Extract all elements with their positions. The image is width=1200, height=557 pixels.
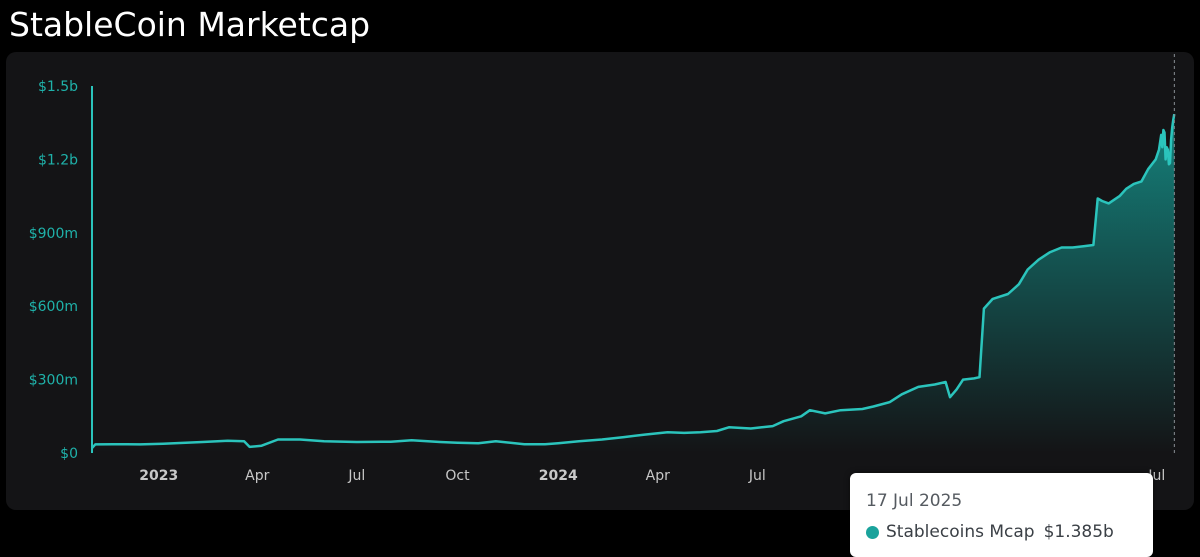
tooltip-series-label: Stablecoins Mcap — [886, 522, 1035, 542]
y-tick-label: $1.5b — [38, 79, 78, 95]
x-tick-label: 2023 — [139, 468, 178, 484]
x-tick-label: Jul — [748, 468, 766, 484]
tooltip-value: $1.385b — [1043, 522, 1114, 542]
marketcap-chart[interactable]: $0 $300m $600m $900m $1.2b $1.5b 2023 Apr Jul Oc… — [6, 52, 1194, 510]
y-tick-label: $300m — [29, 373, 78, 389]
x-tick-label: Apr — [646, 468, 670, 484]
series-area-fill — [92, 114, 1175, 453]
y-tick-label: $0 — [60, 446, 78, 462]
tooltip: 17 Jul 2025 Stablecoins Mcap $1.385b — [850, 473, 1153, 557]
y-tick-label: $900m — [29, 226, 78, 242]
tooltip-row: Stablecoins Mcap $1.385b — [866, 522, 1153, 542]
tooltip-date: 17 Jul 2025 — [866, 491, 963, 511]
x-tick-label: Oct — [445, 468, 470, 484]
y-tick-label: $600m — [29, 299, 78, 315]
y-axis-labels: $0 $300m $600m $900m $1.2b $1.5b — [29, 79, 78, 462]
chart-panel: $0 $300m $600m $900m $1.2b $1.5b 2023 Apr Jul Oc… — [6, 52, 1194, 557]
page-title: StableCoin Marketcap — [9, 5, 371, 44]
x-tick-label: Apr — [245, 468, 269, 484]
y-tick-label: $1.2b — [38, 152, 78, 168]
x-tick-label: Jul — [347, 468, 365, 484]
x-tick-label: 2024 — [539, 468, 578, 484]
series-color-dot-icon — [866, 525, 879, 539]
